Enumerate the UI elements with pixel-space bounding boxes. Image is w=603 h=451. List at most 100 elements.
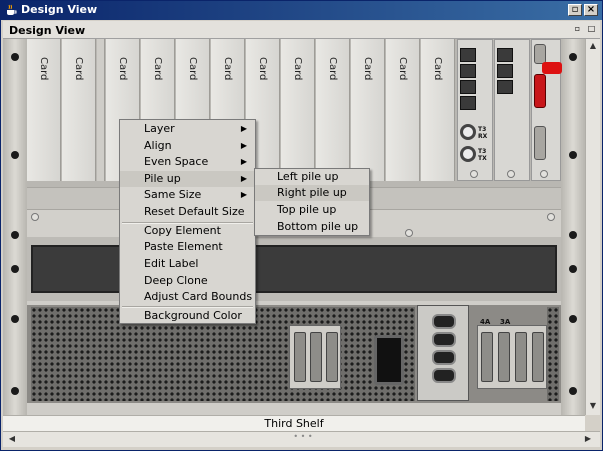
submenu-item-label: Bottom pile up [277,220,359,233]
blank-plate [532,332,544,382]
rj45-port[interactable] [460,48,476,62]
switch-panel[interactable] [417,305,469,401]
submenu-arrow-icon: ▶ [240,174,247,183]
screw-icon [405,229,413,237]
coax-port-tx[interactable] [460,146,476,162]
menu-item-label: Align [144,139,172,152]
close-window-button[interactable]: × [584,4,598,16]
pile-up-submenu[interactable]: Left pile up Right pile up Top pile up B… [254,168,370,236]
card-slot[interactable]: Card [316,39,350,181]
submenu-item-left-pile-up[interactable]: Left pile up [255,169,369,185]
slot-3a-label: 3A [500,318,511,326]
menu-item-background-color[interactable]: Background Color [120,308,255,324]
card-slot[interactable]: Card [281,39,315,181]
restore-window-button[interactable]: ▫ [568,4,582,16]
psu-blank-panel[interactable]: 4A 3A [477,318,547,389]
vertical-scrollbar[interactable]: ▲ ▼ [585,39,600,415]
rj45-port[interactable] [497,64,513,78]
serial-connector[interactable] [534,44,546,64]
menu-item-paste-element[interactable]: Paste Element [120,239,255,255]
scroll-up-icon[interactable]: ▲ [586,39,600,53]
card-label: Card [327,57,338,81]
rack-hole [11,231,19,239]
menu-item-deep-clone[interactable]: Deep Clone [120,273,255,289]
resize-grip-icon[interactable]: • • • [291,430,315,444]
horizontal-scrollbar[interactable]: ◀ ▶ • • • [3,431,600,447]
t3-io-card[interactable]: T3 RX T3 TX [457,39,493,181]
toggle-switch[interactable] [432,350,456,365]
rj45-port[interactable] [460,96,476,110]
float-panel-icon[interactable]: ▫ [573,25,582,34]
submenu-item-bottom-pile-up[interactable]: Bottom pile up [255,219,369,235]
card-screw-icon [507,170,515,178]
menu-item-align[interactable]: Align ▶ [120,138,255,154]
scroll-down-icon[interactable]: ▼ [586,399,600,413]
menu-item-adjust-card-bounds[interactable]: Adjust Card Bounds [120,289,255,305]
rack-hole [569,387,577,395]
alarm-serial-connector[interactable] [534,74,546,108]
toggle-switch[interactable] [432,314,456,329]
screw-icon [31,213,39,221]
card-label: Card [432,57,443,81]
menu-item-copy-element[interactable]: Copy Element [120,223,255,239]
rack-hole [569,151,577,159]
blank-plate [515,332,527,382]
submenu-item-label: Right pile up [277,186,347,199]
rj45-port[interactable] [460,64,476,78]
card-label: Card [117,57,128,81]
menu-item-pile-up[interactable]: Pile up ▶ [120,171,255,187]
menu-item-edit-label[interactable]: Edit Label [120,256,255,272]
card-slot[interactable]: Card [62,39,96,181]
card-slot[interactable]: Card [386,39,420,181]
toggle-switch[interactable] [432,332,456,347]
scroll-right-icon[interactable]: ▶ [581,432,595,446]
title-bar[interactable]: Design View [1,1,602,20]
submenu-item-right-pile-up[interactable]: Right pile up [255,185,369,201]
serial-connector[interactable] [534,126,546,160]
submenu-arrow-icon: ▶ [240,124,247,133]
card-label: Card [38,57,49,81]
context-menu[interactable]: Layer ▶ Align ▶ Even Space ▶ Pile up ▶ Same … [119,119,256,324]
rj45-port[interactable] [460,80,476,94]
menu-item-label: Same Size [144,188,202,201]
menu-item-layer[interactable]: Layer ▶ [120,121,255,137]
rack-hole [569,53,577,61]
toggle-switch[interactable] [432,368,456,383]
rack-hole [569,315,577,323]
blank-plate [310,332,322,382]
power-socket-icon[interactable] [374,335,404,385]
slot-4a-label: 4A [480,318,491,326]
menu-item-label: Background Color [144,309,242,322]
third-shelf[interactable]: 4A 3A [27,305,561,403]
card-slot[interactable]: Card [351,39,385,181]
rj45-port[interactable] [497,48,513,62]
blank-plate [481,332,493,382]
menu-item-reset-default-size[interactable]: Reset Default Size [120,204,255,220]
vent-grille [547,307,559,401]
submenu-item-top-pile-up[interactable]: Top pile up [255,202,369,218]
menu-item-label: Copy Element [144,224,221,237]
card-slot[interactable]: Card [27,39,61,181]
maximize-panel-icon[interactable]: □ [587,25,596,34]
top-shelf[interactable]: Card Card Card Card Card Card Card Card … [27,39,562,187]
card-label: Card [257,57,268,81]
coax-port-rx[interactable] [460,124,476,140]
menu-item-same-size[interactable]: Same Size ▶ [120,187,255,203]
rack-hole [569,231,577,239]
card-label: Card [187,57,198,81]
submenu-arrow-icon: ▶ [240,157,247,166]
menu-item-label: Edit Label [144,257,199,270]
scroll-left-icon[interactable]: ◀ [5,432,19,446]
rj45-port[interactable] [497,80,513,94]
fan-tray[interactable] [27,237,561,301]
alarm-badge-icon[interactable] [542,62,562,74]
menu-item-even-space[interactable]: Even Space ▶ [120,154,255,170]
blank-plate [498,332,510,382]
serial-io-card[interactable] [531,39,562,181]
window-title: Design View [21,3,98,16]
rack-hole [569,265,577,273]
card-slot[interactable]: Card [421,39,455,181]
psu-blank-panel[interactable] [289,325,341,389]
submenu-item-label: Left pile up [277,170,339,183]
rj45-io-card[interactable] [494,39,530,181]
